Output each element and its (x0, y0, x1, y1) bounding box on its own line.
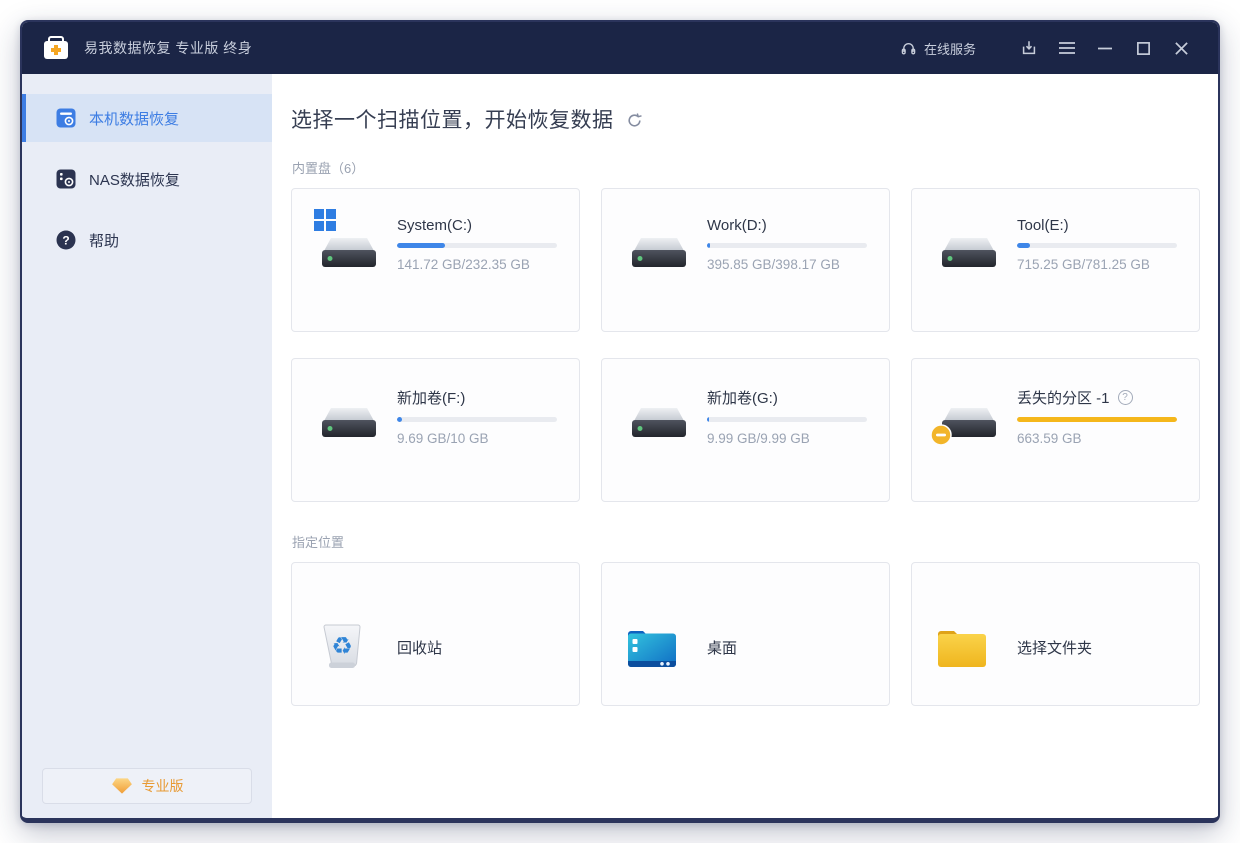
desktop-folder-icon (626, 621, 692, 673)
capacity-bar (397, 243, 557, 248)
drive-card-d[interactable]: Work(D:) 395.85 GB/398.17 GB (601, 188, 890, 332)
drive-name: Tool(E:) (1017, 217, 1069, 234)
drive-card-e[interactable]: Tool(E:) 715.25 GB/781.25 GB (911, 188, 1200, 332)
sidebar: 本机数据恢复 NAS数据恢复 ? 帮助 (22, 74, 272, 818)
location-card-recycle-bin[interactable]: ♻ 回收站 (291, 562, 580, 706)
refresh-icon[interactable] (626, 112, 643, 129)
location-card-desktop[interactable]: 桌面 (601, 562, 890, 706)
capacity-bar (1017, 417, 1177, 422)
main-panel: 选择一个扫描位置，开始恢复数据 内置盘（6） (272, 74, 1218, 818)
choose-folder-icon (936, 621, 1002, 673)
maximize-icon (1136, 41, 1151, 56)
hard-drive-icon (316, 385, 382, 443)
capacity-bar (397, 417, 557, 422)
headset-icon (900, 40, 917, 57)
menu-button[interactable] (1048, 33, 1086, 63)
online-service-label: 在线服务 (924, 39, 976, 58)
sidebar-item-label: 帮助 (89, 230, 119, 251)
drive-card-lost-partition[interactable]: 丢失的分区 -1 ? 663.59 GB (911, 358, 1200, 502)
edition-badge-button[interactable]: 专业版 (42, 768, 252, 804)
close-button[interactable] (1162, 33, 1200, 63)
location-card-choose-folder[interactable]: 选择文件夹 (911, 562, 1200, 706)
titlebar: 易我数据恢复 专业版 终身 在线服务 (22, 22, 1218, 74)
hard-drive-icon (316, 215, 382, 273)
svg-text:?: ? (62, 233, 69, 247)
app-title: 易我数据恢复 专业版 终身 (84, 38, 252, 58)
location-label: 桌面 (707, 637, 737, 658)
drive-name: 新加卷(G:) (707, 387, 778, 408)
drive-name: System(C:) (397, 217, 472, 234)
capacity-bar (1017, 243, 1177, 248)
sidebar-item-label: 本机数据恢复 (89, 108, 179, 129)
download-center-button[interactable] (1010, 33, 1048, 63)
edition-label: 专业版 (142, 776, 184, 796)
nas-recovery-icon (56, 169, 76, 189)
sidebar-item-help[interactable]: ? 帮助 (22, 216, 272, 264)
local-disk-recovery-icon (56, 108, 76, 128)
drive-size: 663.59 GB (1017, 431, 1177, 446)
page-title: 选择一个扫描位置，开始恢复数据 (291, 104, 614, 134)
drive-size: 395.85 GB/398.17 GB (707, 257, 867, 272)
drive-card-f[interactable]: 新加卷(F:) 9.69 GB/10 GB (291, 358, 580, 502)
windows-logo-icon (314, 209, 336, 231)
lost-partition-help-icon[interactable]: ? (1118, 390, 1133, 405)
section-label-specified-location: 指定位置 (292, 532, 1198, 551)
recycle-bin-icon: ♻ (316, 621, 382, 673)
hard-drive-icon (936, 385, 1002, 443)
location-label: 选择文件夹 (1017, 637, 1092, 658)
drive-size: 9.99 GB/9.99 GB (707, 431, 867, 446)
hard-drive-icon (626, 385, 692, 443)
drive-name: 新加卷(F:) (397, 387, 465, 408)
app-logo-icon (42, 35, 70, 61)
sidebar-item-nas-recovery[interactable]: NAS数据恢复 (22, 155, 272, 203)
hamburger-menu-icon (1058, 41, 1076, 55)
locations-grid: ♻ 回收站 (291, 562, 1198, 706)
minimize-button[interactable] (1086, 33, 1124, 63)
hard-drive-icon (626, 215, 692, 273)
sidebar-item-label: NAS数据恢复 (89, 169, 180, 190)
lost-partition-badge-icon (930, 424, 952, 446)
download-icon (1020, 39, 1038, 57)
drive-card-c[interactable]: System(C:) 141.72 GB/232.35 GB (291, 188, 580, 332)
drive-card-g[interactable]: 新加卷(G:) 9.99 GB/9.99 GB (601, 358, 890, 502)
gem-icon (111, 777, 133, 795)
drive-size: 9.69 GB/10 GB (397, 431, 557, 446)
app-window: 易我数据恢复 专业版 终身 在线服务 (20, 20, 1220, 823)
drive-name: 丢失的分区 -1 (1017, 387, 1110, 408)
svg-text:♻: ♻ (331, 632, 353, 660)
maximize-button[interactable] (1124, 33, 1162, 63)
online-service-button[interactable]: 在线服务 (900, 39, 976, 58)
capacity-bar (707, 243, 867, 248)
capacity-bar (707, 417, 867, 422)
sidebar-item-local-recovery[interactable]: 本机数据恢复 (22, 94, 272, 142)
close-icon (1174, 41, 1189, 56)
drive-name: Work(D:) (707, 217, 767, 234)
minimize-icon (1097, 40, 1113, 56)
drive-size: 141.72 GB/232.35 GB (397, 257, 557, 272)
location-label: 回收站 (397, 637, 442, 658)
hard-drive-icon (936, 215, 1002, 273)
section-label-internal-disks: 内置盘（6） (292, 158, 1198, 177)
drive-size: 715.25 GB/781.25 GB (1017, 257, 1177, 272)
help-icon: ? (56, 230, 76, 250)
drives-grid: System(C:) 141.72 GB/232.35 GB (291, 188, 1198, 502)
